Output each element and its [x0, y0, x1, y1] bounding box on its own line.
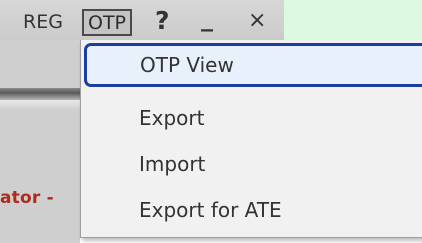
close-icon[interactable]: × [248, 8, 266, 33]
separator-bar-light [0, 100, 80, 110]
menu-item-otp-view[interactable]: OTP View [84, 43, 422, 87]
background-panel: ator - [0, 40, 80, 243]
separator-bar [0, 88, 80, 100]
status-text: ator - [0, 188, 54, 208]
reg-menu[interactable]: REG [23, 11, 63, 33]
minimize-icon[interactable]: _ [201, 4, 213, 32]
menu-item-import[interactable]: Import [81, 142, 422, 186]
otp-dropdown-menu: OTP View Export Import Export for ATE [80, 40, 422, 238]
otp-menu[interactable]: OTP [82, 9, 133, 36]
right-panel [284, 0, 422, 40]
help-icon[interactable]: ? [155, 6, 170, 35]
menu-item-export[interactable]: Export [81, 96, 422, 140]
menu-item-export-for-ate[interactable]: Export for ATE [81, 188, 422, 232]
